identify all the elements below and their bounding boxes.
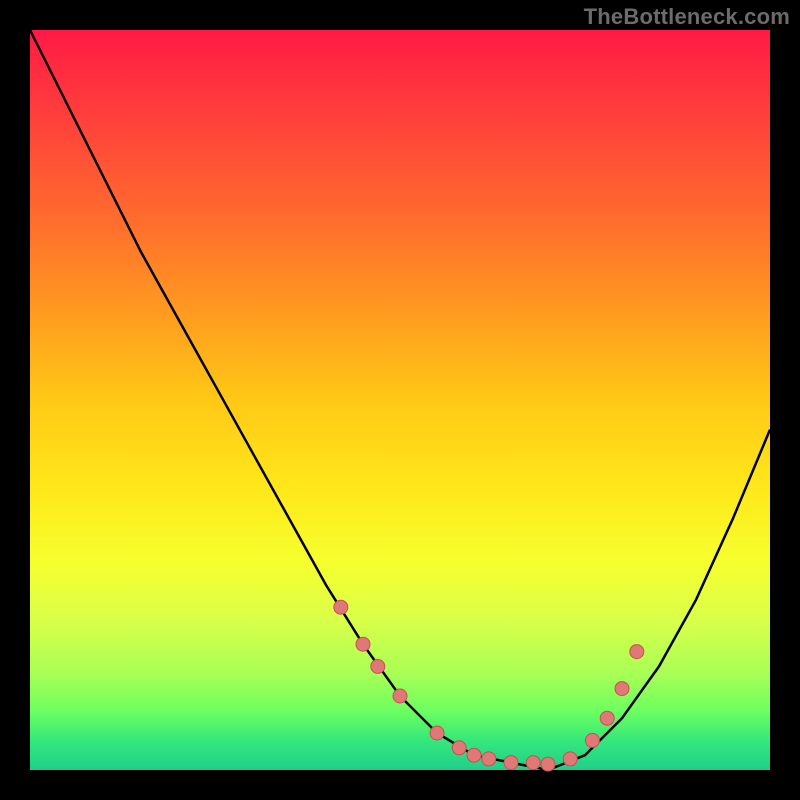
data-point	[371, 659, 385, 673]
data-point	[541, 757, 555, 771]
plot-area	[30, 30, 770, 770]
data-point	[452, 741, 466, 755]
data-point	[393, 689, 407, 703]
data-point	[356, 637, 370, 651]
data-point	[482, 752, 496, 766]
data-point	[630, 645, 644, 659]
data-point	[430, 726, 444, 740]
data-point	[615, 682, 629, 696]
data-point	[467, 748, 481, 762]
watermark-text: TheBottleneck.com	[584, 4, 790, 30]
data-point	[585, 733, 599, 747]
data-point	[526, 756, 540, 770]
data-point	[600, 711, 614, 725]
chart-frame: TheBottleneck.com	[0, 0, 800, 800]
bottleneck-curve	[30, 30, 770, 770]
data-markers	[334, 600, 644, 771]
chart-svg	[30, 30, 770, 770]
data-point	[334, 600, 348, 614]
data-point	[563, 752, 577, 766]
data-point	[504, 756, 518, 770]
